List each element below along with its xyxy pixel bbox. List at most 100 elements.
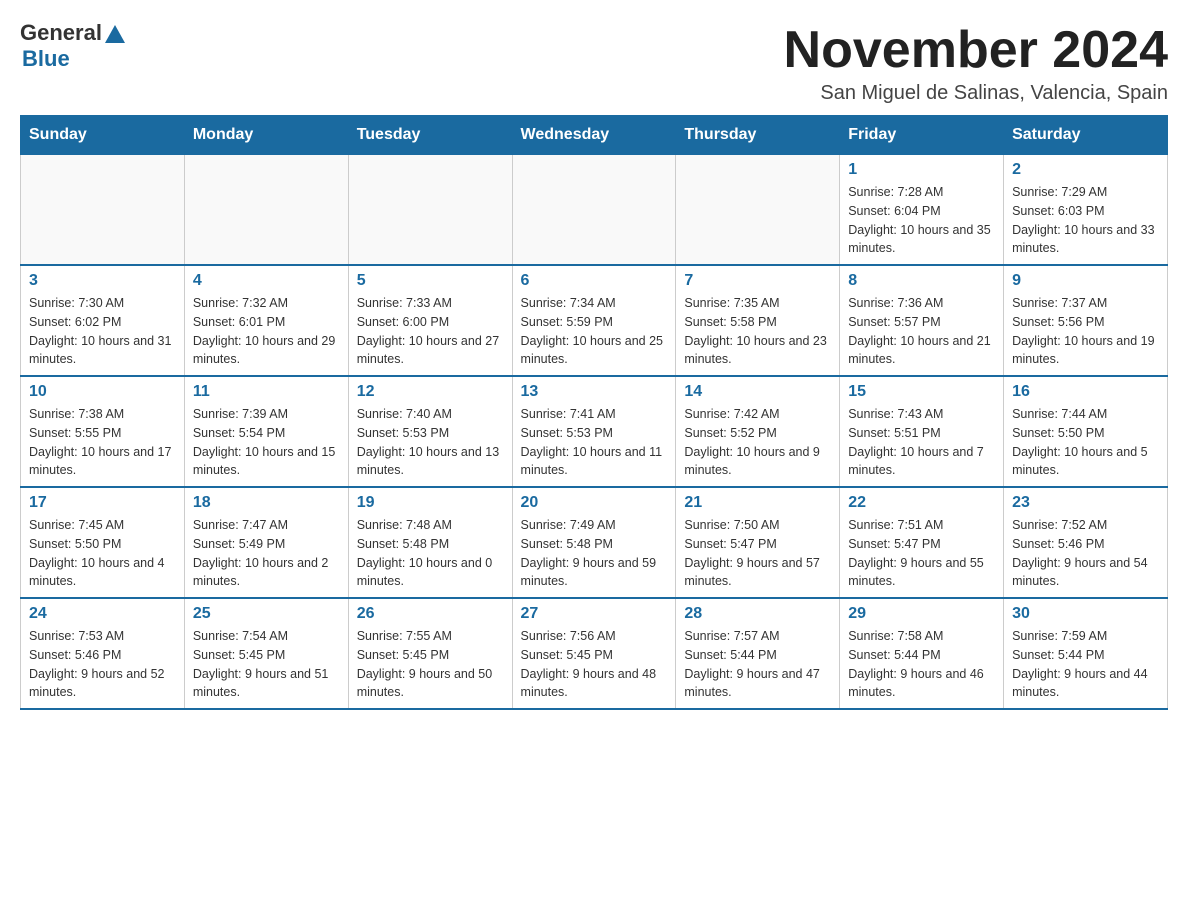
calendar-cell: 23 Sunrise: 7:52 AM Sunset: 5:46 PM Dayli…: [1004, 487, 1168, 598]
location: San Miguel de Salinas, Valencia, Spain: [784, 82, 1168, 105]
day-number: 8: [848, 272, 995, 290]
logo-general: General: [20, 20, 125, 46]
day-number: 22: [848, 494, 995, 512]
calendar-cell: 27 Sunrise: 7:56 AM Sunset: 5:45 PM Dayli…: [512, 598, 676, 709]
calendar-cell: 14 Sunrise: 7:42 AM Sunset: 5:52 PM Dayli…: [676, 376, 840, 487]
week-row-3: 10 Sunrise: 7:38 AM Sunset: 5:55 PM Dayli…: [21, 376, 1168, 487]
calendar-body: 1Sunrise: 7:28 AM Sunset: 6:04 PM Daylig…: [21, 155, 1168, 710]
day-number: 26: [357, 605, 504, 623]
day-number: 1: [848, 161, 995, 179]
day-info: Sunrise: 7:33 AM Sunset: 6:00 PM Dayligh…: [357, 294, 504, 369]
calendar-cell: 3Sunrise: 7:30 AM Sunset: 6:02 PM Daylig…: [21, 265, 185, 376]
day-number: 13: [521, 383, 668, 401]
calendar-cell: 18Sunrise: 7:47 AM Sunset: 5:49 PM Dayli…: [184, 487, 348, 598]
day-number: 29: [848, 605, 995, 623]
page-header: General Blue November 2024 San Miguel de…: [20, 20, 1168, 105]
weekday-header-row: SundayMondayTuesdayWednesdayThursdayFrid…: [21, 116, 1168, 155]
calendar-cell: 10 Sunrise: 7:38 AM Sunset: 5:55 PM Dayli…: [21, 376, 185, 487]
day-number: 16: [1012, 383, 1159, 401]
day-number: 28: [684, 605, 831, 623]
calendar-cell: [512, 155, 676, 266]
week-row-4: 17Sunrise: 7:45 AM Sunset: 5:50 PM Dayli…: [21, 487, 1168, 598]
day-number: 10: [29, 383, 176, 401]
day-info: Sunrise: 7:56 AM Sunset: 5:45 PM Dayligh…: [521, 627, 668, 702]
day-number: 2: [1012, 161, 1159, 179]
calendar-cell: 2Sunrise: 7:29 AM Sunset: 6:03 PM Daylig…: [1004, 155, 1168, 266]
day-info: Sunrise: 7:57 AM Sunset: 5:44 PM Dayligh…: [684, 627, 831, 702]
calendar-cell: 12Sunrise: 7:40 AM Sunset: 5:53 PM Dayli…: [348, 376, 512, 487]
day-number: 9: [1012, 272, 1159, 290]
day-info: Sunrise: 7:51 AM Sunset: 5:47 PM Dayligh…: [848, 516, 995, 591]
day-number: 30: [1012, 605, 1159, 623]
day-number: 27: [521, 605, 668, 623]
calendar-cell: 19 Sunrise: 7:48 AM Sunset: 5:48 PM Dayli…: [348, 487, 512, 598]
day-info: Sunrise: 7:52 AM Sunset: 5:46 PM Dayligh…: [1012, 516, 1159, 591]
weekday-header-tuesday: Tuesday: [348, 116, 512, 155]
calendar-cell: 22 Sunrise: 7:51 AM Sunset: 5:47 PM Dayli…: [840, 487, 1004, 598]
day-number: 19: [357, 494, 504, 512]
logo: General Blue: [20, 20, 125, 72]
week-row-5: 24 Sunrise: 7:53 AM Sunset: 5:46 PM Dayli…: [21, 598, 1168, 709]
day-info: Sunrise: 7:39 AM Sunset: 5:54 PM Dayligh…: [193, 405, 340, 480]
calendar-cell: 6Sunrise: 7:34 AM Sunset: 5:59 PM Daylig…: [512, 265, 676, 376]
calendar-cell: 4 Sunrise: 7:32 AM Sunset: 6:01 PM Daylig…: [184, 265, 348, 376]
day-info: Sunrise: 7:53 AM Sunset: 5:46 PM Dayligh…: [29, 627, 176, 702]
day-number: 4: [193, 272, 340, 290]
calendar-cell: 28 Sunrise: 7:57 AM Sunset: 5:44 PM Dayli…: [676, 598, 840, 709]
day-number: 5: [357, 272, 504, 290]
calendar-cell: 21 Sunrise: 7:50 AM Sunset: 5:47 PM Dayli…: [676, 487, 840, 598]
day-info: Sunrise: 7:42 AM Sunset: 5:52 PM Dayligh…: [684, 405, 831, 480]
weekday-header-monday: Monday: [184, 116, 348, 155]
week-row-2: 3Sunrise: 7:30 AM Sunset: 6:02 PM Daylig…: [21, 265, 1168, 376]
day-info: Sunrise: 7:43 AM Sunset: 5:51 PM Dayligh…: [848, 405, 995, 480]
day-info: Sunrise: 7:41 AM Sunset: 5:53 PM Dayligh…: [521, 405, 668, 480]
month-title: November 2024: [784, 20, 1168, 80]
logo-triangle-icon: [105, 25, 125, 43]
calendar-table: SundayMondayTuesdayWednesdayThursdayFrid…: [20, 115, 1168, 710]
day-info: Sunrise: 7:50 AM Sunset: 5:47 PM Dayligh…: [684, 516, 831, 591]
calendar-cell: 7Sunrise: 7:35 AM Sunset: 5:58 PM Daylig…: [676, 265, 840, 376]
calendar-cell: 24 Sunrise: 7:53 AM Sunset: 5:46 PM Dayli…: [21, 598, 185, 709]
calendar-cell: 5 Sunrise: 7:33 AM Sunset: 6:00 PM Daylig…: [348, 265, 512, 376]
day-number: 25: [193, 605, 340, 623]
day-info: Sunrise: 7:44 AM Sunset: 5:50 PM Dayligh…: [1012, 405, 1159, 480]
day-info: Sunrise: 7:55 AM Sunset: 5:45 PM Dayligh…: [357, 627, 504, 702]
calendar-cell: 16 Sunrise: 7:44 AM Sunset: 5:50 PM Dayli…: [1004, 376, 1168, 487]
weekday-header-wednesday: Wednesday: [512, 116, 676, 155]
calendar-cell: 25Sunrise: 7:54 AM Sunset: 5:45 PM Dayli…: [184, 598, 348, 709]
calendar-cell: 13 Sunrise: 7:41 AM Sunset: 5:53 PM Dayli…: [512, 376, 676, 487]
weekday-header-thursday: Thursday: [676, 116, 840, 155]
calendar-cell: 26 Sunrise: 7:55 AM Sunset: 5:45 PM Dayli…: [348, 598, 512, 709]
day-info: Sunrise: 7:59 AM Sunset: 5:44 PM Dayligh…: [1012, 627, 1159, 702]
day-info: Sunrise: 7:48 AM Sunset: 5:48 PM Dayligh…: [357, 516, 504, 591]
calendar-header: SundayMondayTuesdayWednesdayThursdayFrid…: [21, 116, 1168, 155]
calendar-cell: 8 Sunrise: 7:36 AM Sunset: 5:57 PM Daylig…: [840, 265, 1004, 376]
calendar-cell: 20Sunrise: 7:49 AM Sunset: 5:48 PM Dayli…: [512, 487, 676, 598]
day-number: 14: [684, 383, 831, 401]
day-number: 12: [357, 383, 504, 401]
weekday-header-friday: Friday: [840, 116, 1004, 155]
day-info: Sunrise: 7:49 AM Sunset: 5:48 PM Dayligh…: [521, 516, 668, 591]
calendar-cell: 15 Sunrise: 7:43 AM Sunset: 5:51 PM Dayli…: [840, 376, 1004, 487]
logo-blue-text: Blue: [20, 46, 70, 72]
week-row-1: 1Sunrise: 7:28 AM Sunset: 6:04 PM Daylig…: [21, 155, 1168, 266]
day-info: Sunrise: 7:58 AM Sunset: 5:44 PM Dayligh…: [848, 627, 995, 702]
calendar-cell: 29 Sunrise: 7:58 AM Sunset: 5:44 PM Dayli…: [840, 598, 1004, 709]
calendar-cell: 17Sunrise: 7:45 AM Sunset: 5:50 PM Dayli…: [21, 487, 185, 598]
calendar-cell: 30 Sunrise: 7:59 AM Sunset: 5:44 PM Dayli…: [1004, 598, 1168, 709]
day-number: 11: [193, 383, 340, 401]
day-info: Sunrise: 7:36 AM Sunset: 5:57 PM Dayligh…: [848, 294, 995, 369]
day-info: Sunrise: 7:38 AM Sunset: 5:55 PM Dayligh…: [29, 405, 176, 480]
day-number: 23: [1012, 494, 1159, 512]
day-number: 7: [684, 272, 831, 290]
day-info: Sunrise: 7:32 AM Sunset: 6:01 PM Dayligh…: [193, 294, 340, 369]
day-number: 21: [684, 494, 831, 512]
day-number: 6: [521, 272, 668, 290]
weekday-header-saturday: Saturday: [1004, 116, 1168, 155]
day-number: 15: [848, 383, 995, 401]
day-info: Sunrise: 7:45 AM Sunset: 5:50 PM Dayligh…: [29, 516, 176, 591]
weekday-header-sunday: Sunday: [21, 116, 185, 155]
day-info: Sunrise: 7:47 AM Sunset: 5:49 PM Dayligh…: [193, 516, 340, 591]
calendar-cell: [184, 155, 348, 266]
day-number: 24: [29, 605, 176, 623]
